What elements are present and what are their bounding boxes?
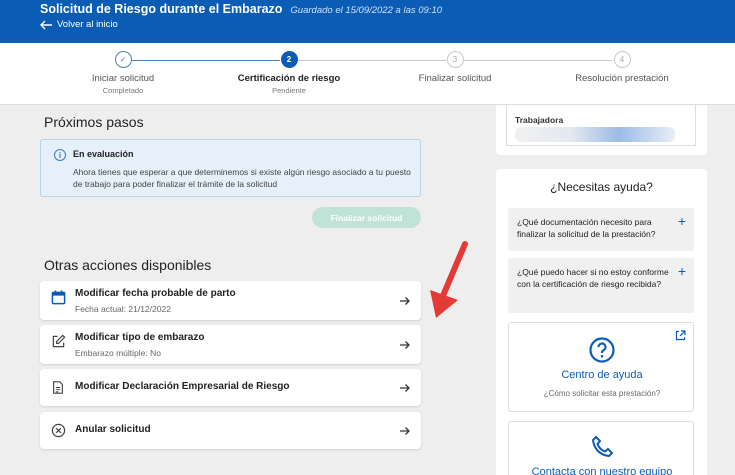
step-status: Pendiente (272, 86, 306, 95)
contact-team-card[interactable]: Contacta con nuestro equipo (508, 421, 694, 475)
other-actions-title: Otras acciones disponibles (44, 257, 212, 273)
app-header: Solicitud de Riesgo durante el Embarazo G… (0, 0, 735, 43)
info-body: Ahora tienes que esperar a que determine… (73, 167, 411, 189)
plus-icon: + (677, 213, 686, 229)
action-sublabel: Fecha actual: 21/12/2022 (75, 304, 171, 314)
action-modify-due-date[interactable]: Modificar fecha probable de parto Fecha … (40, 281, 421, 320)
action-label: Modificar fecha probable de parto (75, 288, 236, 299)
contact-title: Contacta con nuestro equipo (531, 466, 673, 475)
step-label: Iniciar solicitud (91, 73, 155, 84)
action-sublabel: Embarazo múltiple: No (75, 348, 161, 358)
arrow-right-icon (400, 341, 410, 349)
step-number: 3 (446, 51, 464, 68)
plus-icon: + (677, 263, 686, 279)
help-title: ¿Necesitas ayuda? (550, 180, 653, 194)
action-modify-pregnancy-type[interactable]: Modificar tipo de embarazo Embarazo múlt… (40, 325, 421, 364)
action-label: Modificar tipo de embarazo (75, 332, 205, 343)
step-finalizar-solicitud: 3 Finalizar solicitud (385, 51, 525, 84)
applicant-field: Trabajadora (506, 105, 696, 146)
info-heading: En evaluación (73, 149, 134, 159)
page-title-text: Solicitud de Riesgo durante el Embarazo (40, 2, 283, 16)
help-panel: ¿Necesitas ayuda? ¿Qué documentación nec… (496, 169, 707, 475)
faq-question: ¿Qué documentación necesito para finaliz… (517, 217, 656, 239)
step-number: 4 (613, 51, 631, 68)
phone-icon (591, 435, 614, 458)
arrow-right-icon (400, 297, 410, 305)
document-icon (50, 379, 66, 395)
action-cancel-request[interactable]: Anular solicitud (40, 412, 421, 449)
saved-timestamp: Guardado el 15/09/2022 a las 09:10 (290, 5, 443, 16)
action-label: Modificar Declaración Empresarial de Rie… (75, 381, 290, 392)
step-label: Finalizar solicitud (418, 73, 492, 84)
calendar-icon (50, 289, 66, 305)
annotation-arrow-icon (430, 241, 468, 318)
page-title: Solicitud de Riesgo durante el Embarazo G… (40, 2, 442, 16)
progress-stepper: ✓ Iniciar solicitud Completado 2 Certifi… (0, 43, 735, 105)
finalize-button[interactable]: Finalizar solicitud (312, 207, 421, 228)
arrow-left-icon (40, 20, 52, 29)
edit-icon (50, 333, 66, 349)
help-center-title: Centro de ayuda (561, 369, 643, 381)
faq-question: ¿Qué puedo hacer si no estoy conforme co… (517, 267, 669, 289)
arrow-right-icon (400, 427, 410, 435)
cancel-circle-icon (50, 422, 66, 438)
help-question-icon (589, 337, 615, 363)
step-label: Resolución prestación (575, 73, 669, 84)
step-iniciar-solicitud: ✓ Iniciar solicitud Completado (53, 51, 193, 95)
help-center-card[interactable]: Centro de ayuda ¿Cómo solicitar esta pre… (508, 322, 694, 412)
step-label: Certificación de riesgo (237, 73, 341, 84)
evaluation-info-box: i En evaluación Ahora tienes que esperar… (40, 139, 421, 197)
faq-item-disagreement[interactable]: ¿Qué puedo hacer si no estoy conforme co… (508, 258, 694, 313)
check-icon: ✓ (114, 51, 132, 68)
action-label: Anular solicitud (75, 424, 151, 435)
applicant-card: Trabajadora (496, 105, 707, 155)
applicant-label: Trabajadora (515, 115, 564, 125)
help-center-subtitle: ¿Cómo solicitar esta prestación? (543, 389, 661, 398)
step-number: 2 (280, 51, 298, 68)
info-icon: i (54, 149, 66, 161)
faq-item-documentation[interactable]: ¿Qué documentación necesito para finaliz… (508, 208, 694, 251)
blurred-name (515, 127, 675, 142)
external-link-icon (675, 330, 686, 341)
back-link[interactable]: Volver al inicio (40, 19, 118, 30)
step-certificacion-riesgo: 2 Certificación de riesgo Pendiente (219, 51, 359, 95)
arrow-right-icon (400, 384, 410, 392)
back-link-label: Volver al inicio (57, 19, 118, 30)
step-status: Completado (102, 86, 144, 95)
step-resolucion-prestacion: 4 Resolución prestación (552, 51, 692, 84)
action-modify-risk-declaration[interactable]: Modificar Declaración Empresarial de Rie… (40, 369, 421, 406)
next-steps-title: Próximos pasos (44, 114, 144, 130)
